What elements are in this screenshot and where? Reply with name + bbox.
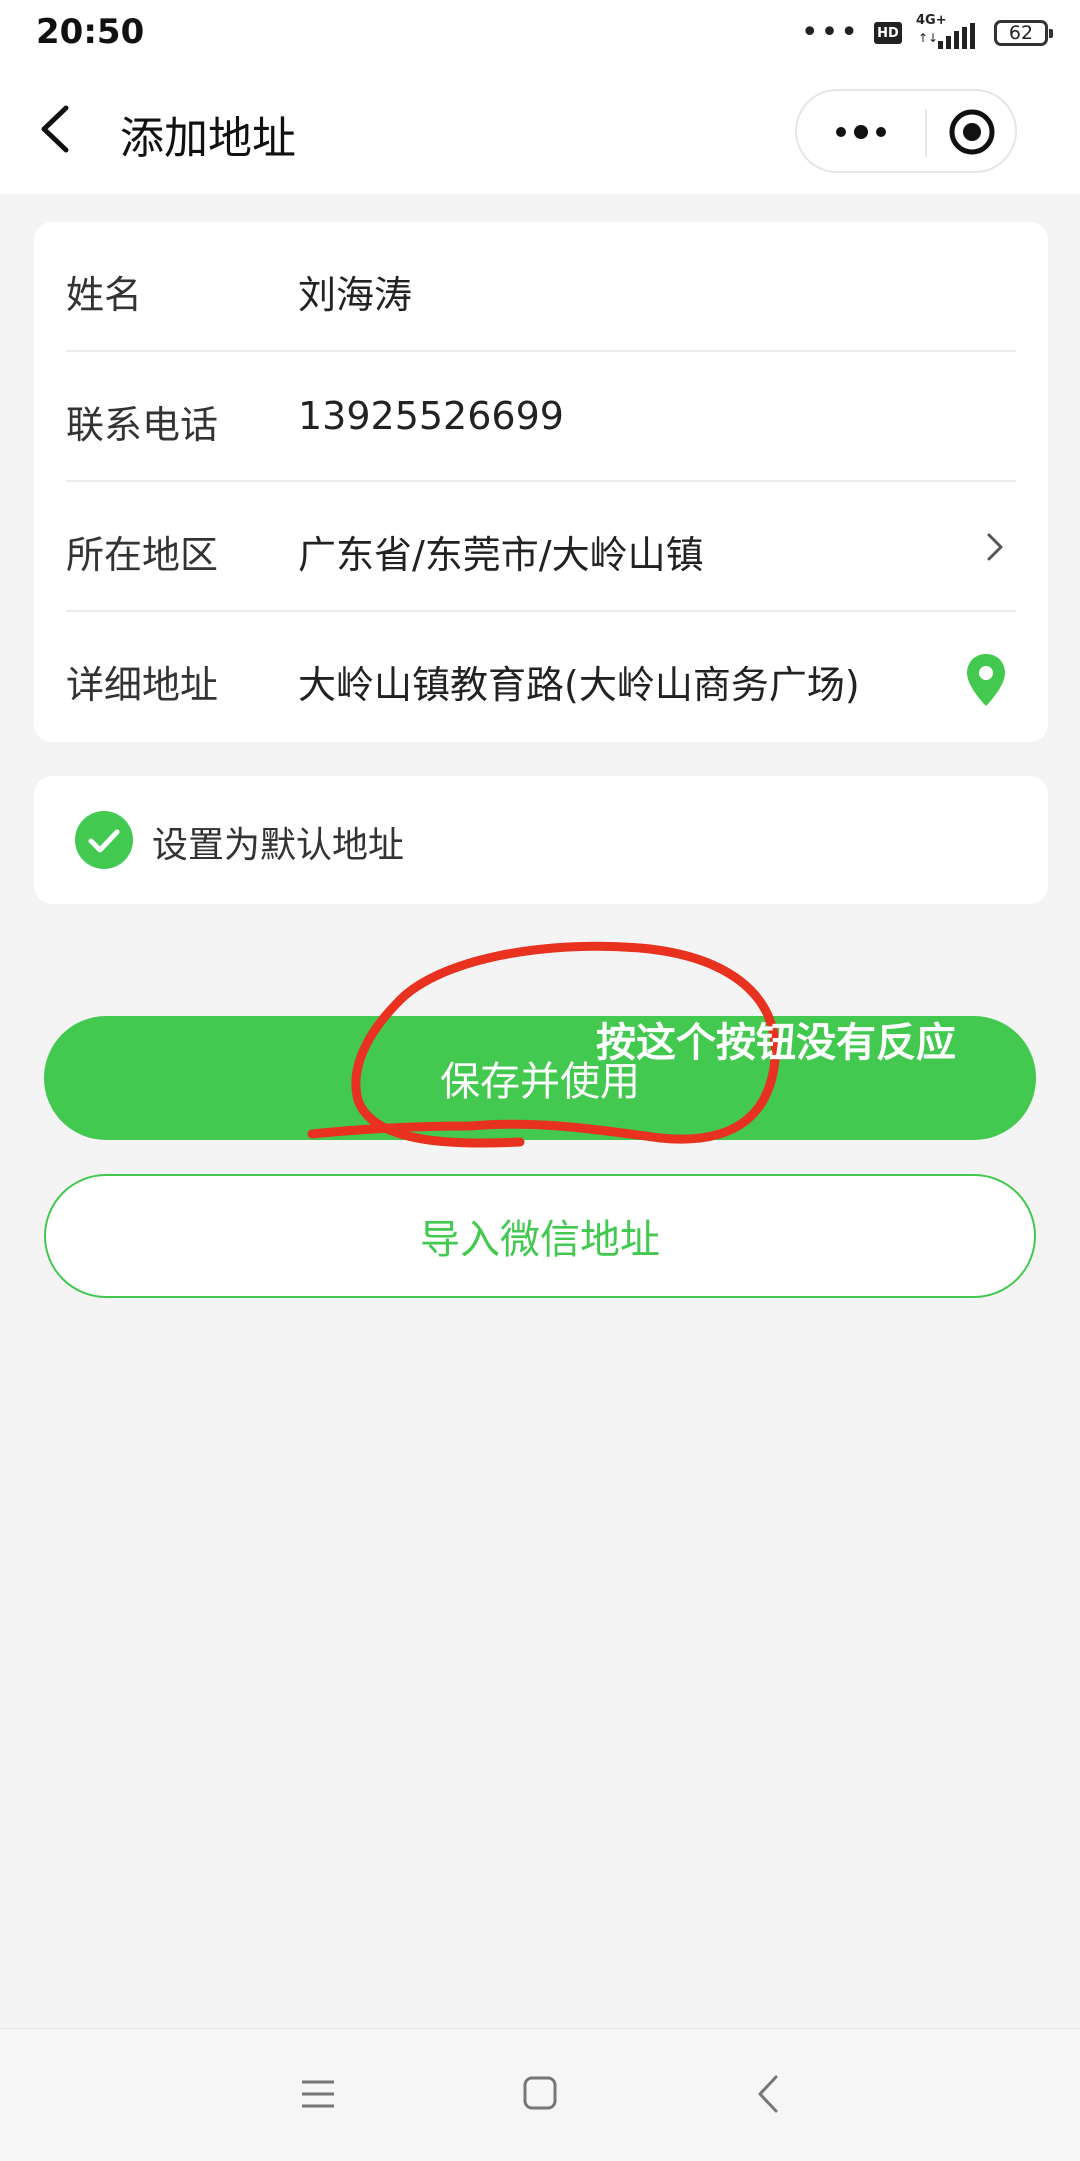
phone-label: 联系电话	[66, 403, 219, 447]
status-icons: ••• HD 4G+ ↑↓ 62	[800, 13, 1053, 52]
menu-icon[interactable]	[300, 2077, 336, 2111]
system-back-icon[interactable]	[754, 2073, 782, 2115]
network-arrows: ↑↓	[918, 31, 939, 45]
default-address-card[interactable]: 设置为默认地址	[34, 776, 1048, 904]
status-dots: •••	[800, 15, 860, 50]
address-form-card: 姓名 刘海涛 联系电话 13925526699 所在地区 广东省/东莞市/大岭山…	[34, 222, 1048, 742]
nav-bar: 添加地址	[0, 64, 1080, 194]
battery-level: 62	[1008, 22, 1034, 44]
network-indicator: 4G+ ↑↓	[916, 13, 976, 51]
form-row-detail-address[interactable]: 详细地址 大岭山镇教育路(大岭山商务广场)	[66, 612, 1016, 742]
form-row-region[interactable]: 所在地区 广东省/东莞市/大岭山镇	[66, 482, 1016, 612]
name-label: 姓名	[66, 273, 143, 317]
capsule-divider	[925, 109, 927, 157]
system-nav-bar	[0, 2028, 1080, 2161]
home-square-icon[interactable]	[522, 2075, 558, 2111]
page-title: 添加地址	[120, 113, 296, 164]
battery-icon: 62	[994, 20, 1053, 46]
more-dots-icon[interactable]	[831, 117, 891, 147]
form-row-name[interactable]: 姓名 刘海涛	[66, 222, 1016, 352]
default-address-label: 设置为默认地址	[152, 825, 405, 866]
mini-program-capsule	[795, 89, 1017, 173]
form-row-phone[interactable]: 联系电话 13925526699	[66, 352, 1016, 482]
detail-address-label: 详细地址	[66, 663, 219, 707]
region-field[interactable]: 广东省/东莞市/大岭山镇	[298, 524, 704, 579]
target-close-icon[interactable]	[947, 107, 997, 157]
annotation-text: 按这个按钮没有反应	[596, 1020, 956, 1066]
location-pin-icon[interactable]	[964, 652, 1008, 708]
status-bar: 20:50 ••• HD 4G+ ↑↓ 62	[0, 0, 1080, 64]
detail-address-field[interactable]: 大岭山镇教育路(大岭山商务广场)	[298, 654, 860, 709]
import-wechat-address-button[interactable]: 导入微信地址	[44, 1174, 1036, 1298]
chevron-left-icon[interactable]	[30, 100, 80, 158]
signal-icon	[938, 23, 975, 49]
name-field[interactable]: 刘海涛	[298, 264, 412, 319]
status-time: 20:50	[36, 12, 145, 52]
hd-badge: HD	[874, 22, 902, 44]
chevron-right-icon[interactable]	[984, 530, 1006, 564]
check-circle-icon[interactable]	[74, 810, 134, 870]
region-label: 所在地区	[66, 533, 219, 577]
phone-field[interactable]: 13925526699	[298, 394, 564, 438]
